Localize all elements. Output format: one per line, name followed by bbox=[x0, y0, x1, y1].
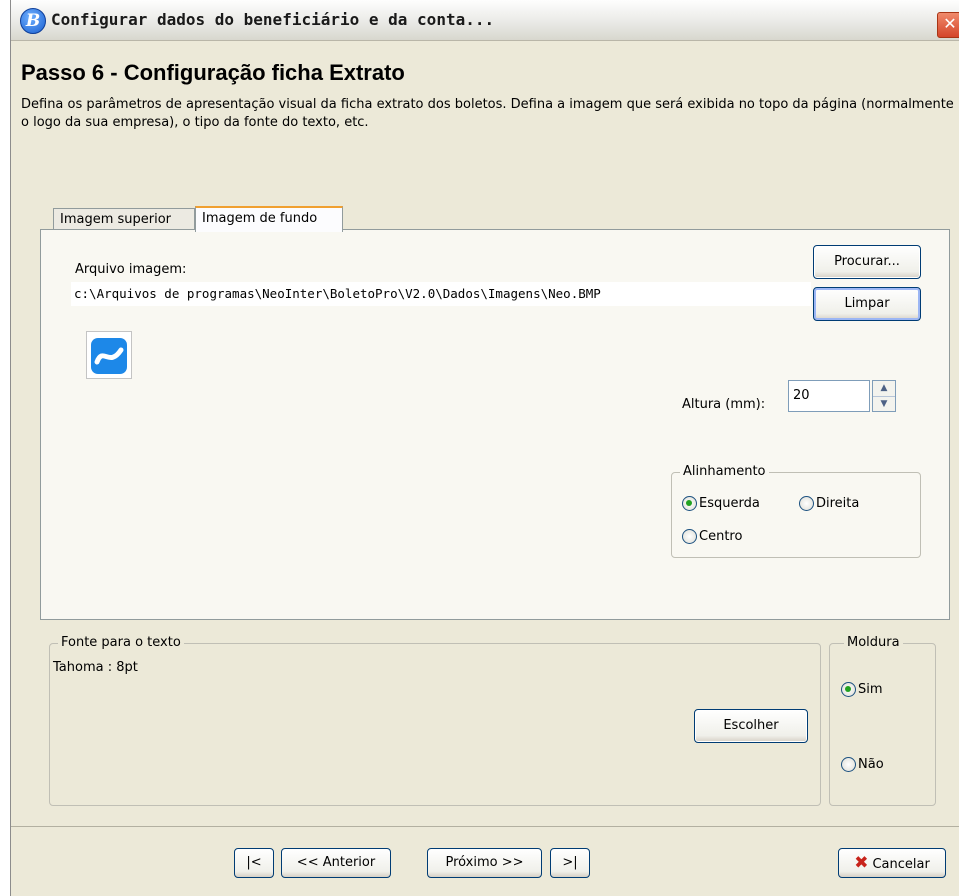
height-spinner[interactable]: ▲ ▼ bbox=[872, 380, 896, 412]
first-step-button[interactable]: |< bbox=[234, 848, 274, 878]
image-preview bbox=[86, 331, 132, 379]
tab-imagem-superior[interactable]: Imagem superior bbox=[53, 208, 195, 230]
radio-unchecked-icon bbox=[841, 757, 856, 772]
radio-centro-label: Centro bbox=[699, 529, 743, 544]
radio-unchecked-icon bbox=[682, 529, 697, 544]
step-description: Defina os parâmetros de apresentação vis… bbox=[21, 97, 954, 130]
font-value: Tahoma : 8pt bbox=[53, 660, 138, 675]
radio-centro[interactable]: Centro bbox=[682, 529, 742, 544]
radio-direita[interactable]: Direita bbox=[799, 496, 859, 511]
radio-checked-icon bbox=[841, 682, 856, 697]
radio-moldura-nao[interactable]: Não bbox=[841, 757, 884, 772]
cancel-label: Cancelar bbox=[872, 857, 930, 872]
cancel-x-icon: ✖ bbox=[854, 853, 869, 873]
footer-divider bbox=[11, 826, 959, 827]
wizard-dialog: B Configurar dados do beneficiário e da … bbox=[10, 0, 959, 896]
file-label: Arquivo imagem: bbox=[75, 262, 187, 277]
radio-moldura-sim[interactable]: Sim bbox=[841, 682, 883, 697]
browse-button[interactable]: Procurar... bbox=[813, 245, 921, 279]
alignment-group: Alinhamento bbox=[671, 463, 921, 558]
radio-esquerda[interactable]: Esquerda bbox=[682, 496, 760, 511]
radio-checked-icon bbox=[682, 496, 697, 511]
radio-sim-label: Sim bbox=[858, 682, 883, 697]
spin-up-icon[interactable]: ▲ bbox=[873, 381, 895, 396]
previous-button[interactable]: << Anterior bbox=[281, 848, 391, 878]
frame-group: Moldura bbox=[829, 634, 936, 806]
radio-unchecked-icon bbox=[799, 496, 814, 511]
choose-font-button[interactable]: Escolher bbox=[694, 709, 808, 743]
cancel-button[interactable]: ✖ Cancelar bbox=[838, 848, 946, 878]
frame-legend: Moldura bbox=[844, 634, 903, 652]
neo-logo-icon bbox=[91, 338, 127, 374]
font-legend: Fonte para o texto bbox=[58, 634, 184, 652]
last-step-button[interactable]: >| bbox=[550, 848, 590, 878]
window-title: Configurar dados do beneficiário e da co… bbox=[51, 10, 495, 29]
next-button[interactable]: Próximo >> bbox=[427, 848, 542, 878]
alignment-legend: Alinhamento bbox=[680, 463, 769, 481]
height-label: Altura (mm): bbox=[682, 397, 766, 412]
app-icon: B bbox=[20, 8, 46, 34]
close-button[interactable]: ✕ bbox=[937, 12, 959, 38]
title-bar[interactable]: B Configurar dados do beneficiário e da … bbox=[11, 0, 959, 41]
step-title: Passo 6 - Configuração ficha Extrato bbox=[21, 60, 405, 85]
radio-esquerda-label: Esquerda bbox=[699, 496, 760, 511]
file-path-field[interactable]: c:\Arquivos de programas\NeoInter\Boleto… bbox=[71, 282, 811, 306]
tab-imagem-de-fundo[interactable]: Imagem de fundo bbox=[195, 206, 343, 232]
spin-down-icon[interactable]: ▼ bbox=[873, 396, 895, 411]
radio-nao-label: Não bbox=[858, 757, 884, 772]
height-input[interactable]: 20 bbox=[788, 380, 870, 412]
clear-button[interactable]: Limpar bbox=[813, 287, 921, 321]
radio-direita-label: Direita bbox=[816, 496, 860, 511]
